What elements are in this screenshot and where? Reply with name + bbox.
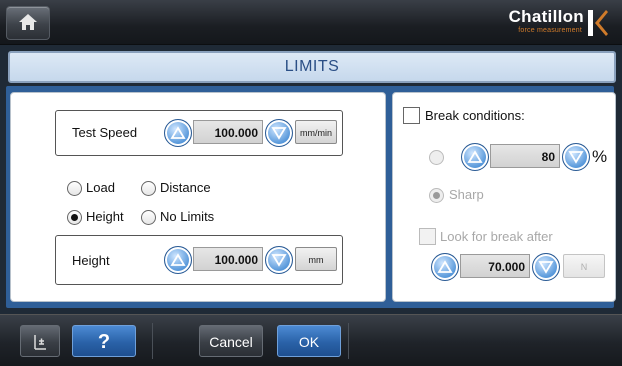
break-after-unit-button[interactable]: N [563,254,605,278]
percent-decrease-button[interactable] [562,143,590,171]
test-speed-increase-button[interactable] [164,119,192,147]
home-button[interactable] [6,6,50,40]
test-speed-group: Test Speed 100.000 mm/min [55,110,343,156]
radio-sharp[interactable] [429,188,444,203]
arrow-up-icon [437,260,453,273]
main-area: Test Speed 100.000 mm/min Load Distance … [6,86,616,308]
radio-height[interactable] [67,210,82,225]
percent-increase-button[interactable] [461,143,489,171]
test-speed-decrease-button[interactable] [265,119,293,147]
test-speed-unit-button[interactable]: mm/min [295,120,337,144]
break-after-value[interactable]: 70.000 [460,254,530,278]
settings-button[interactable] [20,325,60,357]
test-speed-label: Test Speed [72,125,138,140]
arrow-up-icon [170,126,186,139]
radio-load-label: Load [86,180,115,195]
arrow-down-icon [271,127,287,140]
height-group: Height 100.000 mm [55,235,343,285]
radio-distance[interactable] [141,181,156,196]
arrow-down-icon [538,261,554,274]
radio-no-limits[interactable] [141,210,156,225]
height-increase-button[interactable] [164,246,192,274]
percent-unit: % [592,147,608,166]
help-button[interactable]: ? [72,325,136,357]
bottom-toolbar: ? Cancel OK [0,314,622,366]
break-conditions-label: Break conditions: [425,108,525,123]
height-label: Height [72,253,110,268]
ok-button[interactable]: OK [277,325,341,357]
radio-percent[interactable] [429,150,444,165]
look-for-break-checkbox[interactable] [419,228,436,245]
chatillon-logo: Chatillon force measurement [478,4,608,40]
break-after-decrease-button[interactable] [532,253,560,281]
height-value[interactable]: 100.000 [193,247,263,271]
height-unit-button[interactable]: mm [295,247,337,271]
page-title-bar: LIMITS [8,51,616,83]
radio-distance-label: Distance [160,180,211,195]
logo-mark-icon [588,10,608,36]
test-speed-value[interactable]: 100.000 [193,120,263,144]
toolbar-divider [348,323,349,359]
arrow-down-icon [568,151,584,164]
break-conditions-checkbox[interactable] [403,107,420,124]
limits-panel: Test Speed 100.000 mm/min Load Distance … [10,92,386,302]
arrow-up-icon [467,150,483,163]
toolbar-divider [152,323,153,359]
adjust-icon [34,335,46,350]
logo-name: Chatillon [508,7,584,26]
break-panel: Break conditions: 80 % Sharp Look for br… [392,92,616,302]
arrow-up-icon [170,253,186,266]
height-decrease-button[interactable] [265,246,293,274]
radio-no-limits-label: No Limits [160,209,215,224]
top-bar: Chatillon force measurement [0,0,622,45]
radio-load[interactable] [67,181,82,196]
home-icon [19,14,37,30]
logo-tagline: force measurement [518,27,582,34]
radio-sharp-label: Sharp [449,187,484,202]
cancel-button[interactable]: Cancel [199,325,263,357]
radio-height-label: Height [86,209,124,224]
page-title: LIMITS [284,58,340,75]
percent-value[interactable]: 80 [490,144,560,168]
look-for-break-label: Look for break after [440,229,553,244]
break-after-increase-button[interactable] [431,253,459,281]
arrow-down-icon [271,254,287,267]
